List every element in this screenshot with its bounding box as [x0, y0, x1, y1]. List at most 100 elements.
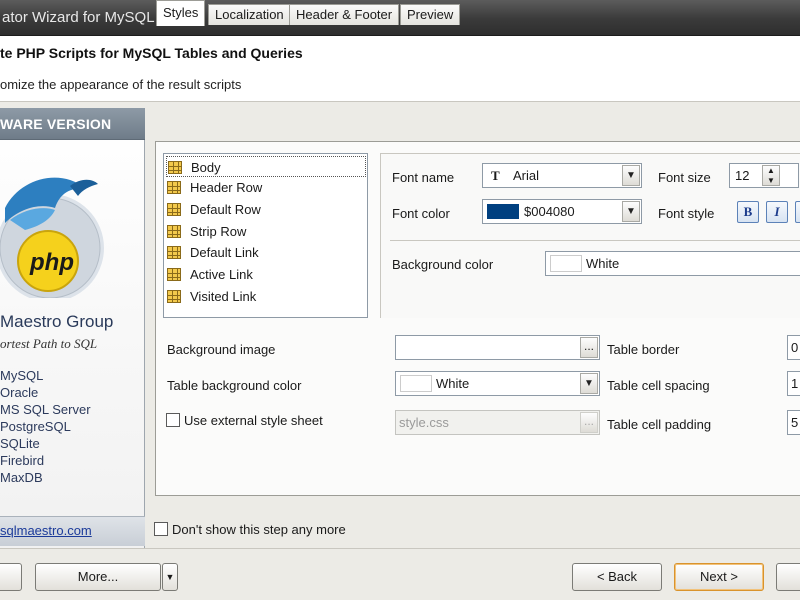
help-button[interactable] — [0, 563, 22, 591]
table-grid-icon — [167, 203, 181, 216]
wizard-header: te PHP Scripts for MySQL Tables and Quer… — [0, 36, 800, 102]
website-link[interactable]: sqlmaestro.com — [0, 523, 92, 538]
list-item-visited-link[interactable]: Visited Link — [166, 286, 366, 307]
database-list: MySQL Oracle MS SQL Server PostgreSQL SQ… — [0, 367, 91, 486]
database-item: MySQL — [0, 368, 44, 383]
tab-localization[interactable]: Localization — [208, 4, 291, 25]
list-item-label: Visited Link — [190, 289, 257, 304]
table-background-color-select[interactable]: White ▼ — [395, 371, 600, 396]
bold-toggle[interactable]: B — [737, 201, 759, 223]
font-size-spin[interactable]: 12 ▲ ▼ — [729, 163, 799, 188]
list-item-label: Default Row — [190, 202, 261, 217]
font-name-label: Font name — [392, 170, 455, 185]
back-button[interactable]: < Back — [572, 563, 662, 591]
database-item: SQLite — [0, 436, 40, 451]
chevron-down-icon[interactable]: ▼ — [580, 373, 598, 394]
background-color-label: Background color — [392, 257, 494, 272]
list-item-active-link[interactable]: Active Link — [166, 264, 366, 285]
list-item-label: Default Link — [190, 245, 259, 260]
table-grid-icon — [167, 290, 181, 303]
database-item: Oracle — [0, 385, 39, 400]
font-color-select[interactable]: $004080 ▼ — [482, 199, 642, 224]
underline-toggle[interactable] — [795, 201, 800, 223]
tab-styles[interactable]: Styles — [156, 0, 206, 26]
company-name: Maestro Group — [0, 312, 114, 331]
background-image-label: Background image — [167, 342, 276, 357]
list-item-label: Header Row — [190, 180, 263, 195]
footer-divider — [0, 548, 800, 549]
spin-updown-icon[interactable]: ▲ ▼ — [762, 165, 780, 186]
list-item-default-link[interactable]: Default Link — [166, 242, 366, 263]
table-grid-icon — [167, 268, 181, 281]
font-name-value: Arial — [513, 168, 540, 183]
version-banner-text: WARE VERSION — [0, 116, 112, 132]
more-button[interactable]: More... — [35, 563, 161, 591]
step-subtitle: omize the appearance of the result scrip… — [0, 77, 242, 92]
browse-ellipsis-button[interactable]: ... — [580, 412, 598, 433]
external-style-sheet-checkbox[interactable] — [166, 413, 180, 427]
style-element-list[interactable]: Body Header Row Default Row Strip Row De… — [163, 153, 368, 318]
font-name-select[interactable]: T Arial ▼ — [482, 163, 642, 188]
table-cell-padding-input[interactable]: 5 — [787, 410, 800, 435]
background-color-select[interactable]: White — [545, 251, 800, 276]
chevron-down-icon[interactable]: ▼ — [622, 201, 640, 222]
table-grid-icon — [167, 225, 181, 238]
back-button-label: < Back — [596, 569, 638, 584]
table-border-value: 0 — [791, 340, 799, 355]
website-bar: sqlmaestro.com — [0, 516, 145, 546]
background-image-input[interactable]: ... — [395, 335, 600, 360]
table-cell-spacing-label: Table cell spacing — [607, 378, 710, 393]
style-sheet-input[interactable]: style.css ... — [395, 410, 600, 435]
font-color-value: $004080 — [524, 204, 575, 219]
next-button-label: Next > — [700, 569, 738, 584]
dont-show-label: Don't show this step any more — [172, 522, 346, 537]
table-border-input[interactable]: 0 — [787, 335, 800, 360]
browse-ellipsis-button[interactable]: ... — [580, 337, 598, 358]
table-background-color-label: Table background color — [167, 378, 302, 393]
color-swatch — [400, 375, 432, 392]
color-swatch — [487, 204, 519, 219]
style-sheet-value: style.css — [399, 415, 449, 430]
table-cell-spacing-value: 1 — [791, 376, 799, 391]
italic-toggle[interactable]: I — [766, 201, 788, 223]
database-item: Firebird — [0, 453, 45, 468]
background-color-value: White — [586, 256, 620, 271]
version-banner: WARE VERSION — [0, 108, 145, 140]
font-style-label: Font style — [658, 206, 715, 221]
database-item: MS SQL Server — [0, 402, 91, 417]
truetype-font-icon: T — [491, 168, 500, 183]
table-background-color-value: White — [436, 376, 470, 391]
dont-show-checkbox[interactable] — [154, 522, 168, 536]
font-color-label: Font color — [392, 206, 450, 221]
finish-button[interactable] — [776, 563, 800, 591]
list-item-header-row[interactable]: Header Row — [166, 177, 366, 198]
list-item-default-row[interactable]: Default Row — [166, 199, 366, 220]
step-title: te PHP Scripts for MySQL Tables and Quer… — [0, 45, 303, 61]
table-border-label: Table border — [607, 342, 680, 357]
company-tagline: ortest Path to SQL — [0, 336, 98, 351]
list-item-label: Active Link — [190, 267, 253, 282]
tab-preview[interactable]: Preview — [400, 4, 461, 25]
list-item-strip-row[interactable]: Strip Row — [166, 221, 366, 242]
tab-header-footer[interactable]: Header & Footer — [289, 4, 400, 25]
more-dropdown-button[interactable]: ▼ — [162, 563, 178, 591]
svg-text:php: php — [29, 249, 74, 276]
font-size-value: 12 — [735, 168, 750, 183]
database-item: MaxDB — [0, 470, 43, 485]
table-grid-icon — [167, 246, 181, 259]
table-cell-spacing-input[interactable]: 1 — [787, 371, 800, 396]
table-grid-icon — [167, 181, 181, 194]
next-button[interactable]: Next > — [674, 563, 764, 591]
properties-divider — [390, 240, 800, 241]
php-maestro-logo-icon: php — [0, 177, 104, 298]
list-item-label: Body — [191, 160, 221, 175]
branding-panel: WARE VERSION php Maestro Group ortest Pa… — [0, 108, 145, 548]
chevron-down-icon[interactable]: ▼ — [622, 165, 640, 186]
external-style-sheet-label: Use external style sheet — [184, 413, 323, 428]
color-swatch — [550, 255, 582, 272]
database-item: PostgreSQL — [0, 419, 71, 434]
font-size-label: Font size — [658, 170, 711, 185]
table-cell-padding-label: Table cell padding — [607, 417, 712, 432]
table-grid-icon — [168, 161, 182, 174]
list-item-body[interactable]: Body — [166, 156, 366, 177]
